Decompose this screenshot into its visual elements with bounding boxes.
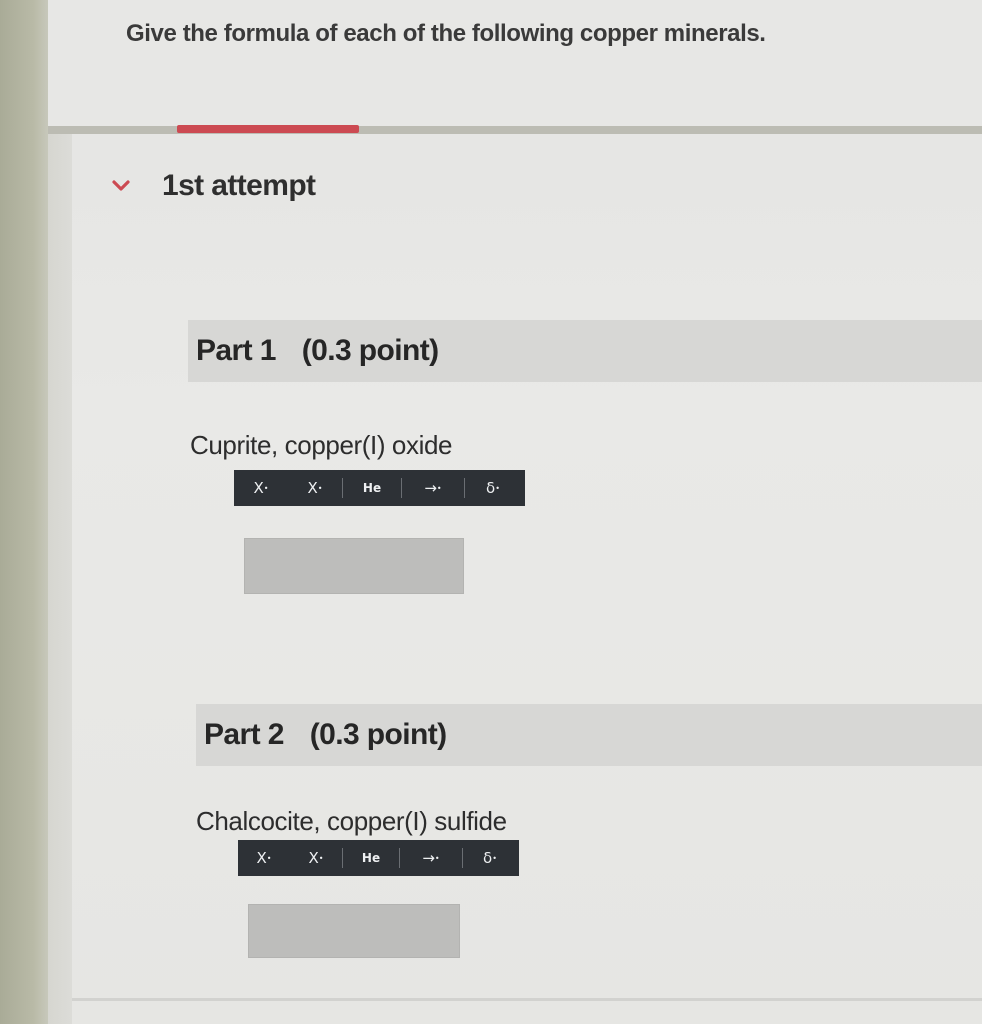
- element-button[interactable]: He: [343, 840, 399, 876]
- superscript-button[interactable]: X •: [238, 840, 290, 876]
- reaction-arrow-button[interactable]: → •: [400, 840, 462, 876]
- part-1-title: Part 1: [196, 334, 276, 367]
- chevron-down-icon[interactable]: [110, 175, 132, 197]
- subscript-button[interactable]: X •: [290, 840, 342, 876]
- superscript-label: X: [253, 479, 264, 497]
- attempt-row[interactable]: 1st attempt: [110, 164, 316, 208]
- subscript-label: X: [307, 479, 318, 497]
- part-2-toolbar: X • X • He → • δ •: [238, 840, 519, 876]
- element-label: He: [362, 481, 382, 495]
- delta-icon: δ: [486, 479, 496, 497]
- part-1-points: (0.3 point): [301, 334, 439, 367]
- part-2-answer-input[interactable]: [248, 904, 460, 958]
- reaction-arrow-icon: →: [422, 849, 435, 867]
- element-label: He: [361, 851, 381, 865]
- reaction-arrow-icon: →: [424, 479, 437, 497]
- part-1-prompt: Cuprite, copper(I) oxide: [190, 430, 453, 460]
- part-2-prompt: Chalcocite, copper(I) sulfide: [196, 806, 507, 836]
- part-2-title: Part 2: [204, 718, 284, 751]
- screen: Give the formula of each of the followin…: [0, 0, 982, 1024]
- question-text: Give the formula of each of the followin…: [126, 20, 766, 47]
- delta-icon: δ: [483, 849, 493, 867]
- left-margin: [48, 0, 72, 1024]
- superscript-label: X: [256, 849, 267, 867]
- left-bezel: [0, 0, 48, 1024]
- element-button[interactable]: He: [343, 470, 401, 506]
- part-2-points: (0.3 point): [309, 718, 447, 751]
- part-1-answer-input[interactable]: [244, 538, 464, 594]
- subscript-button[interactable]: X •: [288, 470, 342, 506]
- attempt-label: 1st attempt: [162, 169, 316, 202]
- part-1-toolbar: X • X • He → • δ •: [234, 470, 525, 506]
- part-2-header: Part 2 (0.3 point): [196, 704, 982, 766]
- part-1-header: Part 1 (0.3 point): [188, 320, 982, 382]
- bottom-divider: [72, 998, 982, 1001]
- delta-button[interactable]: δ •: [465, 470, 521, 506]
- superscript-button[interactable]: X •: [234, 470, 288, 506]
- delta-button[interactable]: δ •: [463, 840, 517, 876]
- reaction-arrow-button[interactable]: → •: [402, 470, 464, 506]
- progress-indicator: [177, 125, 359, 133]
- subscript-label: X: [308, 849, 319, 867]
